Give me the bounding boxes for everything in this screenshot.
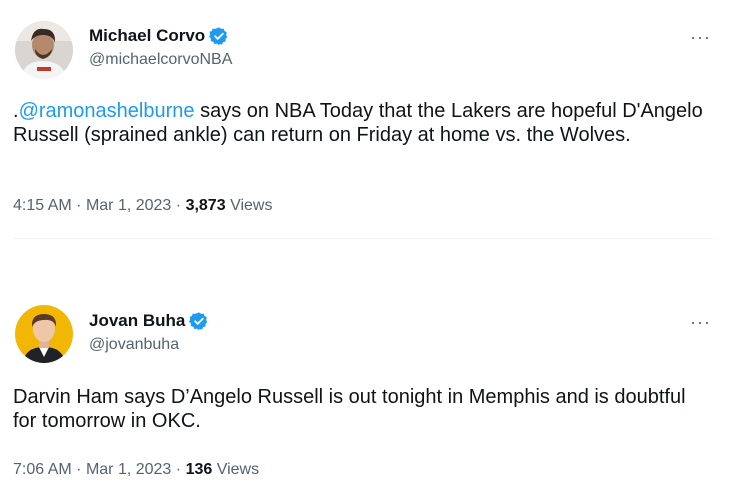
- tweet-date[interactable]: Mar 1, 2023: [86, 197, 171, 214]
- author-handle[interactable]: @jovanbuha: [89, 336, 179, 354]
- avatar-photo-icon: [15, 305, 73, 363]
- views-label: Views: [216, 461, 260, 478]
- author-name[interactable]: Jovan Buha: [89, 311, 185, 331]
- verified-badge-icon: [189, 311, 209, 331]
- tweet-time[interactable]: 4:15 AM: [13, 197, 72, 214]
- separator-dot: ·: [76, 461, 82, 478]
- separator-dot: ·: [175, 197, 182, 214]
- tweet-text: Darvin Ham says D’Angelo Russell is out …: [13, 386, 686, 432]
- separator-dot: ·: [76, 197, 82, 214]
- tweet-card[interactable]: Michael Corvo @michaelcorvoNBA ··· .@ram…: [0, 0, 729, 240]
- tweet-time[interactable]: 7:06 AM: [13, 461, 72, 478]
- author-handle[interactable]: @michaelcorvoNBA: [89, 51, 232, 69]
- author-name-row: Michael Corvo: [89, 24, 229, 48]
- views-count: 3,873: [185, 197, 226, 214]
- author-name[interactable]: Michael Corvo: [89, 26, 205, 46]
- views-label: Views: [230, 197, 273, 214]
- separator-dot: ·: [175, 461, 182, 478]
- views-count: 136: [185, 461, 213, 478]
- mention-link[interactable]: @ramonashelburne: [19, 100, 195, 122]
- tweet-meta: 7:06 AM · Mar 1, 2023 · 136 Views: [13, 461, 259, 479]
- avatar-photo-icon: [15, 21, 73, 79]
- more-options-icon[interactable]: ···: [690, 28, 711, 46]
- tweet-text: .@ramonashelburne says on NBA Today that…: [13, 99, 703, 147]
- more-options-icon[interactable]: ···: [690, 313, 711, 331]
- avatar[interactable]: [15, 21, 73, 79]
- avatar[interactable]: [15, 305, 73, 363]
- tweet-meta: 4:15 AM · Mar 1, 2023 · 3,873 Views: [13, 197, 272, 215]
- author-name-row: Jovan Buha: [89, 309, 209, 333]
- divider: [13, 238, 714, 239]
- verified-badge-icon: [209, 26, 229, 46]
- tweet-card[interactable]: Jovan Buha @jovanbuha ··· Darvin Ham say…: [0, 285, 729, 486]
- tweet-date[interactable]: Mar 1, 2023: [86, 461, 171, 478]
